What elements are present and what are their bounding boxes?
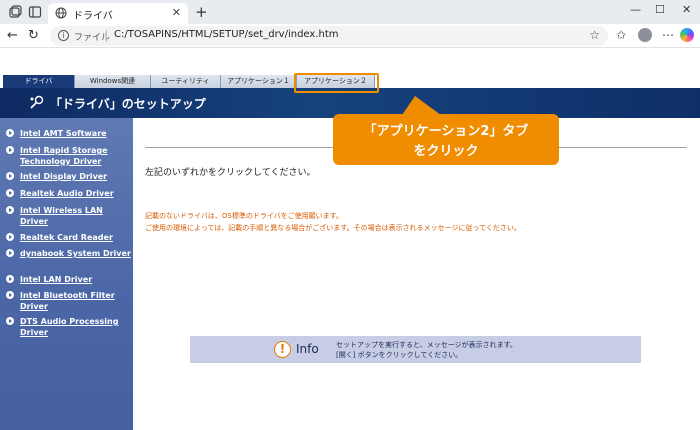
page-title: 「ドライバ」のセットアップ <box>50 97 206 111</box>
new-tab-button[interactable]: + <box>195 3 208 21</box>
note-line: 記載のないドライバは、OS標準のドライバをご使用願います。 <box>145 212 343 220</box>
tab-application-1[interactable]: アプリケーション１ <box>221 75 297 88</box>
refresh-button[interactable]: ↻ <box>28 28 39 43</box>
more-icon[interactable]: ⋯ <box>662 28 674 42</box>
sidebar-item-label[interactable]: Realtek Audio Driver <box>20 188 132 199</box>
favorites-star-icon[interactable]: ☆ <box>589 28 600 42</box>
sidebar-item-label[interactable]: Intel Rapid Storage Technology Driver <box>20 145 132 167</box>
browser-tab[interactable]: ドライバ ✕ <box>48 3 188 24</box>
minimize-button[interactable]: — <box>630 3 641 16</box>
vertical-tabs-icon[interactable] <box>28 5 42 19</box>
arrow-bullet-icon <box>6 172 14 180</box>
arrow-bullet-icon <box>6 206 14 214</box>
arrow-bullet-icon <box>6 291 14 299</box>
arrow-bullet-icon <box>6 233 14 241</box>
tab-windows[interactable]: Windows関連 <box>75 75 151 88</box>
callout-highlight-box <box>294 73 379 93</box>
arrow-bullet-icon <box>6 129 14 137</box>
site-info-icon[interactable]: i <box>58 30 69 41</box>
callout-bubble: 「アプリケーション2」タブ をクリック <box>333 114 559 165</box>
tab-actions-icon[interactable] <box>8 5 22 19</box>
arrow-bullet-icon <box>6 146 14 154</box>
sidebar-item-label[interactable]: dynabook System Driver <box>20 248 132 259</box>
instruction-text: 左記のいずれかをクリックしてください。 <box>145 168 316 178</box>
callout-line: をクリック <box>413 144 479 159</box>
globe-icon <box>55 7 67 19</box>
copilot-icon[interactable] <box>680 28 694 42</box>
tab-title: ドライバ <box>73 11 113 22</box>
collections-icon[interactable]: ✩ <box>616 28 626 42</box>
tab-close-icon[interactable]: ✕ <box>172 6 181 19</box>
info-label: Info <box>296 342 319 356</box>
sidebar-item-label[interactable]: Intel LAN Driver <box>20 274 132 285</box>
sidebar-item-label[interactable]: Realtek Card Reader <box>20 232 132 243</box>
browser-toolbar: ← ↻ i ファイル C:/TOSAPINS/HTML/SETUP/set_dr… <box>0 24 700 48</box>
arrow-bullet-icon <box>6 317 14 325</box>
sidebar-item-label[interactable]: Intel Bluetooth Filter Driver <box>20 290 132 312</box>
scheme-label: ファイル <box>74 33 111 43</box>
arrow-bullet-icon <box>6 249 14 257</box>
arrow-bullet-icon <box>6 189 14 197</box>
profile-icon[interactable] <box>638 28 652 42</box>
address-bar[interactable]: i ファイル C:/TOSAPINS/HTML/SETUP/set_drv/in… <box>50 26 608 46</box>
arrow-bullet-icon <box>6 275 14 283</box>
browser-tabstrip: ドライバ ✕ + — ☐ ✕ <box>0 0 700 24</box>
sidebar-item-label[interactable]: DTS Audio Processing Driver <box>20 316 132 338</box>
sidebar-item-label[interactable]: Intel AMT Software <box>20 128 132 139</box>
tab-driver[interactable]: ドライバ <box>3 75 75 88</box>
address-divider <box>106 30 107 42</box>
url-text[interactable]: C:/TOSAPINS/HTML/SETUP/set_drv/index.htm <box>114 29 339 40</box>
sidebar-item-label[interactable]: Intel Display Driver <box>20 171 132 182</box>
info-box: ! Info セットアップを実行すると、メッセージが表示されます。 [開く] ボ… <box>190 336 641 363</box>
back-button[interactable]: ← <box>7 28 18 43</box>
info-message-line: [開く] ボタンをクリックしてください。 <box>336 351 463 359</box>
close-window-button[interactable]: ✕ <box>682 3 691 16</box>
sidebar-item-label[interactable]: Intel Wireless LAN Driver <box>20 205 132 227</box>
tab-utility[interactable]: ユーティリティ <box>151 75 221 88</box>
maximize-button[interactable]: ☐ <box>655 3 665 16</box>
callout-line: 「アプリケーション2」タブ <box>363 124 529 139</box>
info-message-line: セットアップを実行すると、メッセージが表示されます。 <box>336 341 517 349</box>
exclamation-icon: ! <box>274 341 291 358</box>
driver-logo-icon <box>30 95 44 109</box>
note-line: ご使用の環境によっては、記載の手順と異なる場合がございます。その場合は表示される… <box>145 224 521 232</box>
